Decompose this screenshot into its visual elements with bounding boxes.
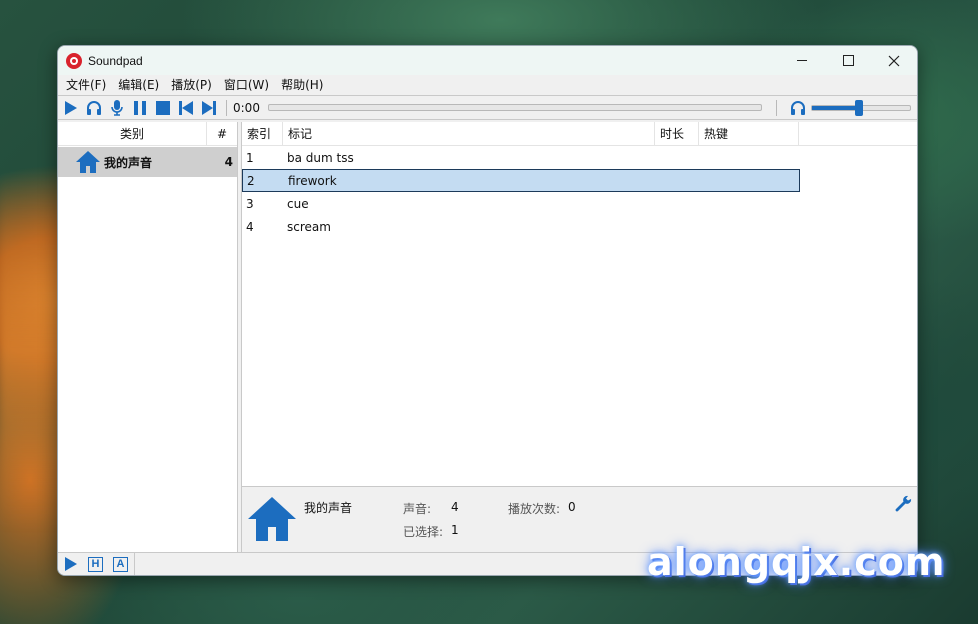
plays-value: 0 <box>568 500 576 514</box>
toolbar-separator <box>775 99 777 116</box>
home-large-icon <box>248 497 296 541</box>
row-tag: cue <box>287 196 309 211</box>
table-row[interactable]: 3 cue <box>242 192 800 215</box>
status-play-button[interactable] <box>62 556 79 573</box>
autoplay-toggle-button[interactable]: A <box>112 556 129 573</box>
row-index: 4 <box>246 219 254 234</box>
pause-icon <box>134 100 146 115</box>
row-tag: scream <box>287 219 331 234</box>
column-tag[interactable]: 标记 <box>283 122 655 145</box>
stop-button[interactable] <box>153 98 173 118</box>
category-item[interactable]: 我的声音 4 <box>58 147 237 177</box>
headphones-volume-icon[interactable] <box>789 100 807 116</box>
play-button[interactable] <box>61 98 81 118</box>
headphones-icon <box>87 100 101 115</box>
autoplay-badge: A <box>113 556 128 572</box>
table-header: 索引 标记 时长 热键 <box>242 122 917 146</box>
volume-thumb[interactable] <box>855 100 864 116</box>
menu-window[interactable]: 窗口(W) <box>218 75 275 95</box>
next-button[interactable] <box>199 98 219 118</box>
category-panel: 类别 # 我的声音 4 <box>58 122 238 552</box>
window-controls <box>779 46 917 75</box>
pause-button[interactable] <box>130 98 150 118</box>
hotkeys-toggle-button[interactable]: H <box>87 556 104 573</box>
status-divider <box>134 553 135 575</box>
menu-play[interactable]: 播放(P) <box>165 75 218 95</box>
play-icon <box>64 557 77 571</box>
microphone-icon <box>111 99 123 116</box>
play-in-headphones-button[interactable] <box>84 98 104 118</box>
table-row[interactable]: 1 ba dum tss <box>242 146 800 169</box>
next-icon <box>202 100 216 115</box>
menu-bar: 文件(F) 编辑(E) 播放(P) 窗口(W) 帮助(H) <box>58 75 917 95</box>
count-column-header[interactable]: # <box>207 122 237 145</box>
selected-value: 1 <box>451 523 459 537</box>
category-header: 类别 # <box>58 122 237 146</box>
wrench-icon[interactable] <box>895 495 913 513</box>
menu-help[interactable]: 帮助(H) <box>275 75 329 95</box>
soundpad-logo-icon <box>66 52 82 69</box>
content-area: 类别 # 我的声音 4 索引 标记 时长 热键 1 ba dum tss 2 f… <box>58 122 917 552</box>
volume-slider[interactable] <box>811 100 911 116</box>
previous-icon <box>179 100 193 115</box>
close-button[interactable] <box>871 46 917 75</box>
category-count: 4 <box>224 155 233 169</box>
microphone-button[interactable] <box>107 98 127 118</box>
table-row[interactable]: 4 scream <box>242 215 800 238</box>
stop-icon <box>156 100 170 115</box>
soundpad-window: Soundpad 文件(F) 编辑(E) 播放(P) 窗口(W) 帮助(H) 0… <box>57 45 918 576</box>
toolbar: 0:00 <box>58 95 917 120</box>
row-index: 3 <box>246 196 254 211</box>
column-hotkey[interactable]: 热键 <box>699 122 799 145</box>
row-index: 2 <box>247 173 255 188</box>
sounds-label: 声音: <box>403 502 432 516</box>
row-tag: ba dum tss <box>287 150 354 165</box>
selected-label: 已选择: <box>403 525 444 539</box>
menu-edit[interactable]: 编辑(E) <box>112 75 165 95</box>
close-icon <box>888 55 900 66</box>
table-row-selected[interactable]: 2 firework <box>242 169 800 192</box>
sound-list-panel: 索引 标记 时长 热键 1 ba dum tss 2 firework 3 cu… <box>242 122 917 552</box>
column-duration[interactable]: 时长 <box>655 122 699 145</box>
column-index[interactable]: 索引 <box>242 122 283 145</box>
hotkeys-badge: H <box>88 556 103 572</box>
previous-button[interactable] <box>176 98 196 118</box>
sounds-value: 4 <box>451 500 459 514</box>
toolbar-separator <box>226 99 227 116</box>
seek-bar[interactable] <box>267 104 762 111</box>
volume-fill <box>812 106 860 110</box>
watermark-text: alongqjx.com <box>647 540 946 584</box>
play-icon <box>65 100 77 115</box>
row-index: 1 <box>246 150 254 165</box>
volume-area <box>789 98 911 118</box>
category-label: 我的声音 <box>104 155 153 170</box>
row-tag: firework <box>288 173 337 188</box>
home-icon <box>76 151 100 173</box>
menu-file[interactable]: 文件(F) <box>60 75 112 95</box>
title-bar: Soundpad <box>58 46 917 75</box>
sound-list: 1 ba dum tss 2 firework 3 cue 4 scream <box>242 146 917 486</box>
plays-label: 播放次数: <box>508 502 561 516</box>
playback-time: 0:00 <box>233 100 260 115</box>
maximize-button[interactable] <box>825 46 871 75</box>
window-title: Soundpad <box>88 53 143 68</box>
minimize-button[interactable] <box>779 46 825 75</box>
category-column-header[interactable]: 类别 <box>58 122 207 145</box>
info-category-name: 我的声音 <box>304 501 353 515</box>
